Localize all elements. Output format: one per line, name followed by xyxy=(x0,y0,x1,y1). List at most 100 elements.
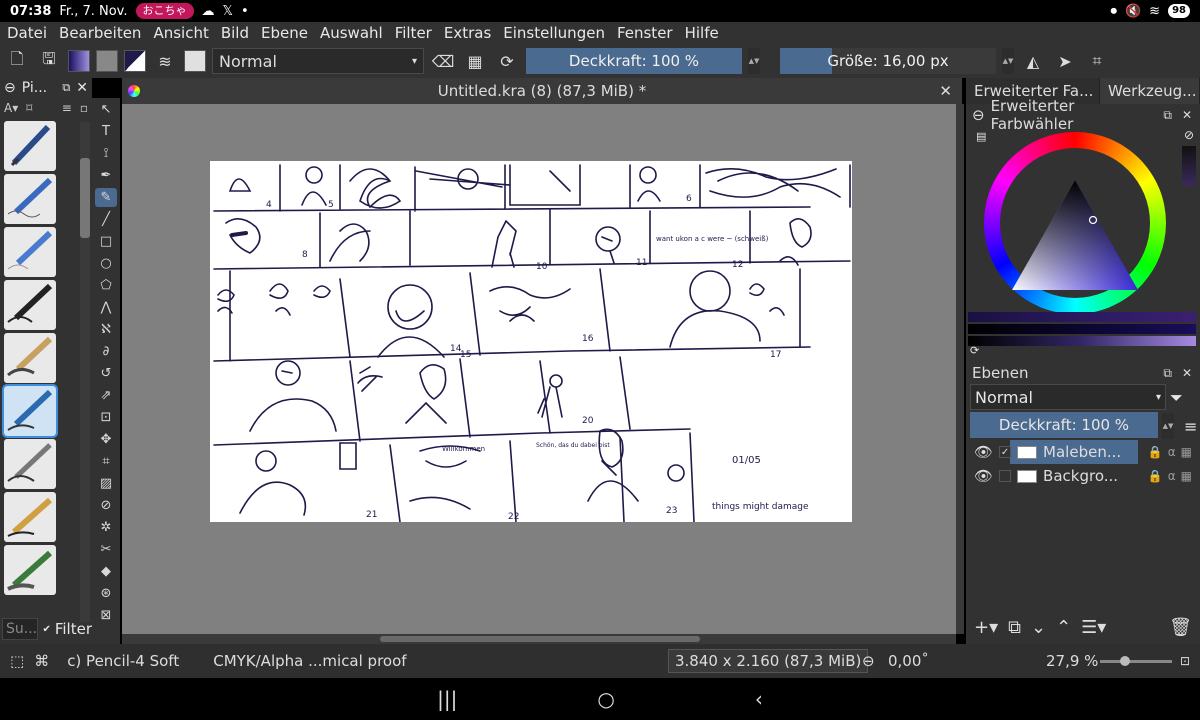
alpha-icon[interactable]: α xyxy=(1168,469,1176,483)
color-sliders[interactable] xyxy=(966,312,1200,346)
rotation-value[interactable]: 0,00˚ xyxy=(888,652,929,670)
layer-checkbox[interactable] xyxy=(999,470,1012,482)
close-icon[interactable]: ✕ xyxy=(76,80,92,96)
settings-icon[interactable]: ▫ xyxy=(80,101,92,115)
no-color-icon[interactable]: ⊘ xyxy=(1184,128,1194,142)
layer-checkbox[interactable]: ✓ xyxy=(999,446,1012,458)
document-tab[interactable]: Untitled.kra (8) (87,3 MiB) * ✕ xyxy=(122,78,962,104)
presets-scroll-thumb[interactable] xyxy=(80,158,90,238)
brush-preset-pencil-sketch[interactable] xyxy=(4,174,56,224)
select-shapes-icon[interactable]: ↖ xyxy=(95,100,117,119)
menu-einstellungen[interactable]: Einstellungen xyxy=(502,24,606,42)
freehand-path-icon[interactable]: ∂ xyxy=(95,342,117,361)
image-dimensions[interactable]: 3.840 x 2.160 (87,3 MiB) xyxy=(668,649,869,673)
reload-preset-icon[interactable]: ⟳ xyxy=(494,48,520,74)
layer-properties-icon[interactable]: ☰▾ xyxy=(1081,617,1106,638)
color-wheel-area[interactable]: ▤ ⊘ xyxy=(966,126,1200,336)
home-icon[interactable]: ○ xyxy=(597,687,614,711)
brush-preset-pencil-4-soft[interactable] xyxy=(2,384,58,438)
bookmark-icon[interactable]: ⌑ xyxy=(26,101,32,115)
layer-blend-select[interactable]: Normal ▾ xyxy=(970,384,1166,410)
text-tool-icon[interactable]: T xyxy=(95,122,117,141)
list-view-icon[interactable]: ≡ xyxy=(62,101,72,115)
color-space[interactable]: CMYK/Alpha ...mical proof xyxy=(213,652,406,670)
size-slider[interactable]: Größe: 16,00 px xyxy=(780,48,996,74)
preset-search-input[interactable]: Su... xyxy=(2,618,39,640)
polygon-tool-icon[interactable]: ⬠ xyxy=(95,276,117,295)
menu-extras[interactable]: Extras xyxy=(443,24,492,42)
saturation-value-triangle[interactable] xyxy=(1008,176,1142,294)
brush-preset-thumb[interactable] xyxy=(184,50,206,72)
layer-opacity-slider[interactable]: Deckkraft: 100 % xyxy=(970,412,1158,438)
hue-slider-bar[interactable] xyxy=(968,312,1196,322)
fullscreen-icon[interactable]: ⊡ xyxy=(1180,654,1190,668)
similar-select-icon[interactable]: ⊛ xyxy=(95,584,117,603)
blend-mode-select[interactable]: Normal ▾ xyxy=(212,48,424,74)
move-layer-down-icon[interactable]: ⌄ xyxy=(1031,617,1046,638)
canvas-scroll-thumb[interactable] xyxy=(380,636,700,642)
canvas-paper[interactable]: 4 5 6 8 10 11 12 14 15 16 17 20 21 22 23… xyxy=(210,161,852,523)
menu-auswahl[interactable]: Auswahl xyxy=(319,24,384,42)
gradient-swatch[interactable] xyxy=(68,50,90,72)
brush-preset-pencil-light[interactable] xyxy=(4,227,56,277)
mirror-horizontal-icon[interactable]: ◭ xyxy=(1020,48,1046,74)
freehand-brush-icon[interactable]: ✎ xyxy=(95,188,117,207)
float-icon[interactable]: ⧉ xyxy=(1163,366,1172,381)
duplicate-layer-icon[interactable]: ⧉ xyxy=(1008,617,1021,638)
layer-menu-icon[interactable]: ≡ xyxy=(1184,417,1197,436)
layer-row[interactable]: 👁 Backgro... 🔒 α ▦ xyxy=(970,464,1196,488)
ellipse-tool-icon[interactable]: ○ xyxy=(95,254,117,273)
inherit-alpha-icon[interactable]: ▦ xyxy=(1181,469,1192,483)
notification-pill[interactable]: おこちゃ xyxy=(135,3,194,19)
menu-ansicht[interactable]: Ansicht xyxy=(152,24,209,42)
zoom-slider[interactable] xyxy=(1100,656,1172,666)
line-tool-icon[interactable]: ╱ xyxy=(95,210,117,229)
alpha-lock-icon[interactable]: ▦ xyxy=(462,48,488,74)
layer-name[interactable]: Maleben... xyxy=(1043,443,1121,461)
eye-icon[interactable]: 👁 xyxy=(974,467,993,485)
back-icon[interactable]: ‹ xyxy=(755,687,763,711)
float-icon[interactable]: ⧉ xyxy=(1163,108,1172,123)
more-tools-icon[interactable]: ⊠ xyxy=(95,606,117,625)
eye-icon[interactable]: 👁 xyxy=(974,443,993,461)
menu-ebene[interactable]: Ebene xyxy=(260,24,309,42)
assistant-tool-icon[interactable]: ✂ xyxy=(95,540,117,559)
color-settings-icon[interactable]: ▤ xyxy=(976,130,986,143)
close-icon[interactable]: ✕ xyxy=(1182,366,1192,381)
move-layer-up-icon[interactable]: ⌃ xyxy=(1056,617,1071,638)
opacity-spinner[interactable]: ▲▼ xyxy=(748,48,760,74)
fg-bg-color-swatch[interactable] xyxy=(124,50,146,72)
fill-tool-icon[interactable]: ◆ xyxy=(95,562,117,581)
opacity-slider[interactable]: Deckkraft: 100 % xyxy=(526,48,742,74)
selection-icon[interactable]: ⬚ xyxy=(10,652,24,670)
eraser-icon[interactable]: ⌫ xyxy=(430,48,456,74)
brush-preset-ink-pencil[interactable] xyxy=(4,492,56,542)
filter-checkbox-icon[interactable]: ✔ xyxy=(42,624,50,635)
zoom-slider-handle[interactable] xyxy=(1120,656,1130,666)
color-picker-icon[interactable]: ⊘ xyxy=(95,496,117,515)
filter-icon[interactable]: ⏷ xyxy=(1170,388,1183,408)
crop-tool-icon[interactable]: ⌗ xyxy=(95,452,117,471)
value-slider-bar[interactable] xyxy=(968,336,1196,346)
move-tool-icon[interactable]: ✥ xyxy=(95,430,117,449)
close-icon[interactable]: ✕ xyxy=(1182,108,1192,123)
menu-bild[interactable]: Bild xyxy=(220,24,250,42)
brush-preset-pencil-dark[interactable] xyxy=(4,280,56,330)
bezier-tool-icon[interactable]: ℵ xyxy=(95,320,117,339)
edit-shapes-icon[interactable]: ⟟ xyxy=(95,144,117,163)
multibrush-icon[interactable]: ⇗ xyxy=(95,386,117,405)
canvas-horizontal-scrollbar[interactable] xyxy=(122,634,956,644)
new-document-icon[interactable]: 🗋 xyxy=(4,48,30,74)
saturation-slider-bar[interactable] xyxy=(968,324,1196,334)
refresh-icon[interactable]: ⟳ xyxy=(970,344,979,357)
brush-settings-icon[interactable]: ≋ xyxy=(152,48,178,74)
size-spinner[interactable]: ▲▼ xyxy=(1002,48,1014,74)
close-document-icon[interactable]: ✕ xyxy=(939,82,952,100)
brush-preset-charcoal[interactable] xyxy=(4,545,56,595)
brush-preset-ink-pen[interactable] xyxy=(4,439,56,489)
add-layer-icon[interactable]: +▾ xyxy=(974,617,998,638)
tag-icon[interactable]: A▾ xyxy=(4,101,18,115)
alpha-icon[interactable]: α xyxy=(1168,445,1176,459)
presets-scrollbar[interactable] xyxy=(80,122,90,622)
delete-layer-icon[interactable]: 🗑 xyxy=(1169,617,1200,638)
